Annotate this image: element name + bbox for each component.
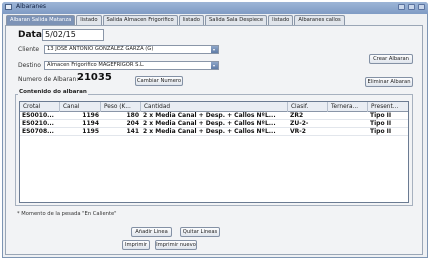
chevron-down-icon[interactable]: [211, 62, 218, 69]
cell-peso: 141: [126, 128, 139, 135]
cell-presentacion: Tipo II: [370, 112, 392, 119]
tab-albaran-salida-matanza[interactable]: Albaran Salida Matanza: [6, 15, 76, 25]
column-header[interactable]: Present...: [368, 102, 408, 112]
cambiar-numero-button[interactable]: Cambiar Numero: [135, 76, 183, 86]
column-header[interactable]: Peso (K...: [101, 102, 141, 112]
destino-select[interactable]: Almacen Frigorifico MAGEFRIGOR S.L.: [44, 61, 219, 70]
imprimir-button[interactable]: Imprimir: [122, 240, 150, 250]
column-header[interactable]: Clasif.: [288, 102, 328, 112]
contenido-table[interactable]: Crotal Canal Peso (K... Cantidad Clasif.…: [19, 101, 409, 203]
close-icon[interactable]: [418, 4, 425, 10]
cell-crotal: ES0708...: [22, 128, 54, 135]
tab-listado-2[interactable]: listado: [178, 15, 204, 25]
tab-listado-1[interactable]: listado: [76, 15, 102, 25]
fecha-input[interactable]: 5/02/15: [42, 29, 104, 41]
maximize-icon[interactable]: [408, 4, 415, 10]
tab-salida-almacen-frigorifico[interactable]: Salida Almacen Frigorifico: [102, 15, 178, 25]
cell-peso: 180: [126, 112, 139, 119]
chevron-down-icon[interactable]: [211, 46, 218, 53]
cell-clasif: ZU-2-: [290, 120, 309, 127]
cell-cantidad: 2 x Media Canal + Desp. + Callos NºL...: [143, 120, 276, 127]
tab-bar: Albaran Salida Matanza listado Salida Al…: [6, 15, 346, 25]
footnote: * Momento de la pesada "En Caliente": [17, 211, 117, 217]
table-row[interactable]: ES0210... 1194 204 2 x Media Canal + Des…: [20, 120, 408, 128]
imprimir-nuevo-button[interactable]: Imprimir nuevo: [155, 240, 197, 250]
eliminar-albaran-button[interactable]: Eliminar Albaran: [365, 77, 413, 87]
table-header: Crotal Canal Peso (K... Cantidad Clasif.…: [20, 102, 408, 112]
fecha-label: Data: [18, 30, 42, 40]
cell-peso: 204: [126, 120, 139, 127]
cell-canal: 1196: [82, 112, 99, 119]
cell-ternera: [328, 112, 368, 120]
column-header[interactable]: Cantidad: [141, 102, 288, 112]
numero-value: 21035: [77, 72, 112, 83]
app-icon: [5, 4, 12, 10]
cell-clasif: ZR2: [290, 112, 304, 119]
minimize-icon[interactable]: [398, 4, 405, 10]
table-row[interactable]: ES0708... 1195 141 2 x Media Canal + Des…: [20, 128, 408, 136]
cell-canal: 1195: [82, 128, 99, 135]
crear-albaran-button[interactable]: Crear Albaran: [369, 54, 413, 64]
tab-listado-3[interactable]: listado: [268, 15, 294, 25]
quitar-lineas-button[interactable]: Quitar Lineas: [180, 227, 220, 237]
column-header[interactable]: Crotal: [20, 102, 60, 112]
cell-cantidad: 2 x Media Canal + Desp. + Callos NºL...: [143, 128, 276, 135]
cliente-label: Cliente: [18, 46, 40, 53]
table-row[interactable]: ES0010... 1196 180 2 x Media Canal + Des…: [20, 112, 408, 120]
title-bar[interactable]: [2, 2, 428, 14]
tab-salida-sala-despiece[interactable]: Salida Sala Despiece: [204, 15, 268, 25]
contenido-title: Contenido do albaran: [18, 89, 88, 95]
numero-label: Numero de Albaran:: [18, 76, 79, 83]
cell-ternera: [328, 128, 368, 136]
destino-label: Destino: [18, 62, 41, 69]
cell-crotal: ES0010...: [22, 112, 54, 119]
cell-cantidad: 2 x Media Canal + Desp. + Callos NºL...: [143, 112, 276, 119]
cell-presentacion: Tipo II: [370, 120, 392, 127]
destino-value: Almacen Frigorifico MAGEFRIGOR S.L.: [47, 62, 145, 68]
cell-presentacion: Tipo II: [370, 128, 392, 135]
tab-albaranes-callos[interactable]: Albaranes callos: [294, 15, 345, 25]
cell-crotal: ES0210...: [22, 120, 54, 127]
window-title: Albaranes: [16, 3, 47, 10]
cell-clasif: VR-2: [290, 128, 306, 135]
cliente-select[interactable]: 13 JOSE ANTONIO GONZALEZ GARZA (G): [44, 45, 219, 54]
column-header[interactable]: Canal: [60, 102, 101, 112]
cliente-value: 13 JOSE ANTONIO GONZALEZ GARZA (G): [47, 46, 154, 52]
column-header[interactable]: Ternera...: [328, 102, 368, 112]
anadir-linea-button[interactable]: Añadir Linea: [131, 227, 172, 237]
cell-ternera: [328, 120, 368, 128]
cell-canal: 1194: [82, 120, 99, 127]
